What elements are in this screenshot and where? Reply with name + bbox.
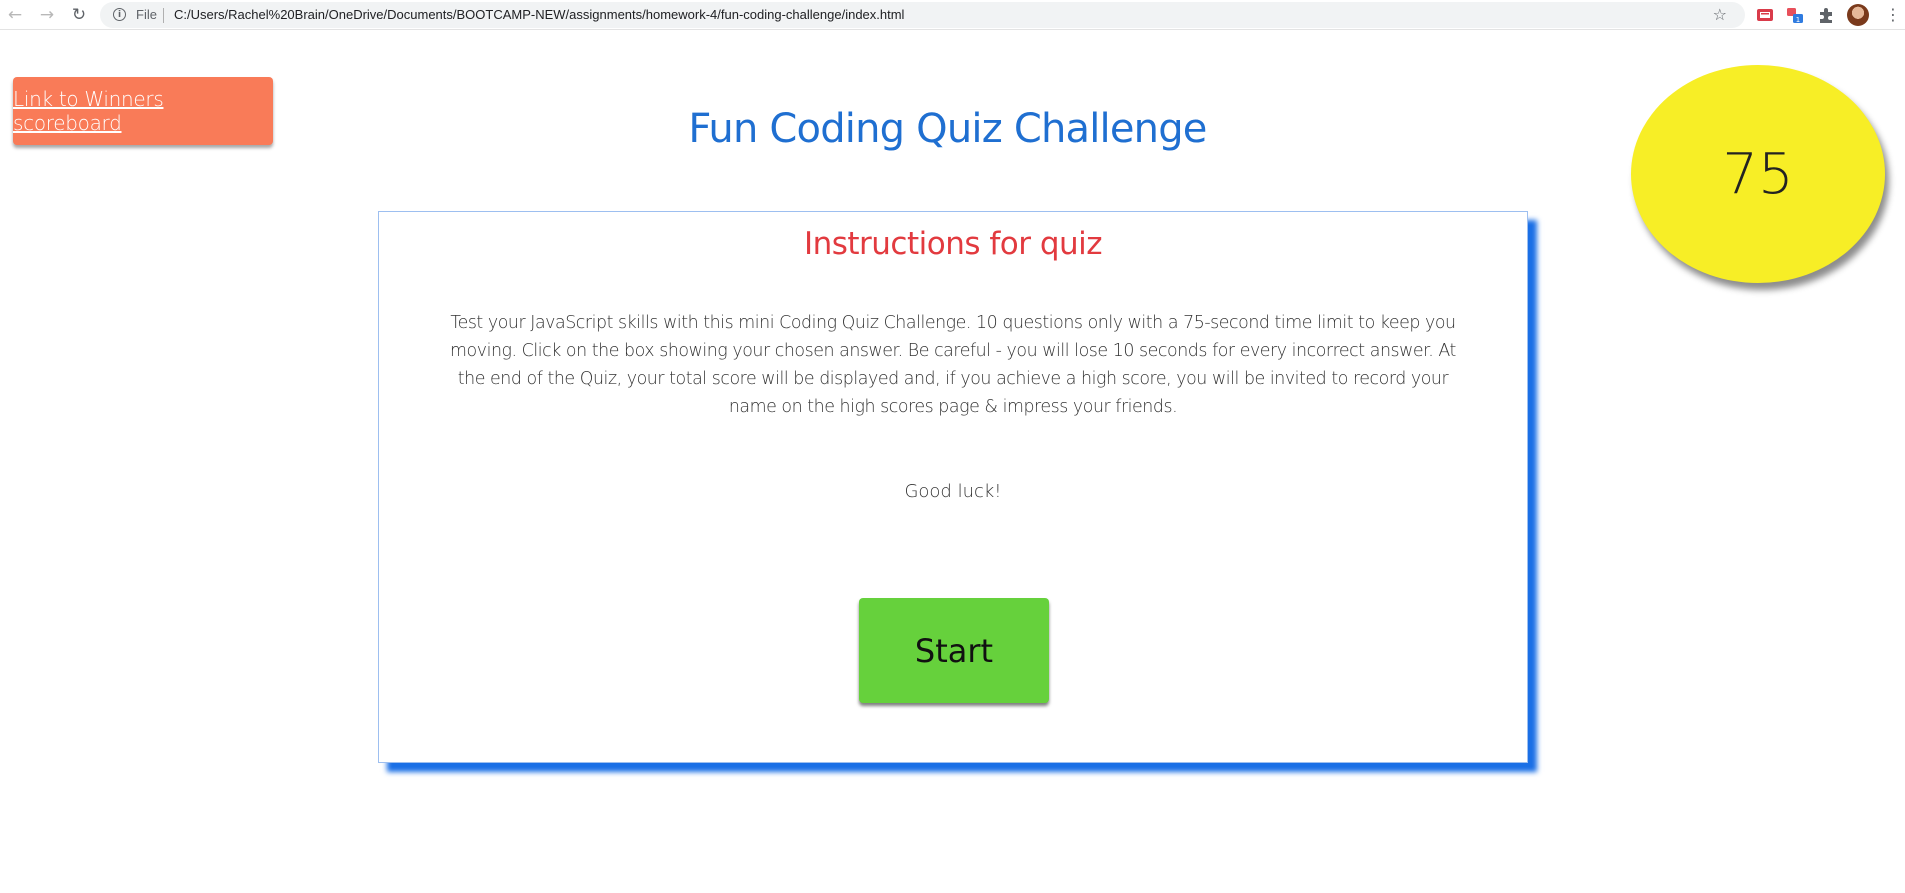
url-text[interactable]: C:/Users/Rachel%20Brain/OneDrive/Documen… <box>174 7 904 22</box>
browser-toolbar: ← → ↻ i File C:/Users/Rachel%20Brain/One… <box>0 0 1905 30</box>
kebab-menu-icon[interactable]: ⋮ <box>1885 4 1901 26</box>
forward-arrow-icon[interactable]: → <box>36 4 58 26</box>
extension-mail-icon[interactable] <box>1756 6 1774 24</box>
profile-avatar[interactable] <box>1847 4 1869 26</box>
countdown-timer: 75 <box>1631 65 1885 283</box>
extensions-puzzle-icon[interactable] <box>1817 6 1835 24</box>
good-luck-text: Good luck! <box>904 481 1002 502</box>
address-bar[interactable]: i File C:/Users/Rachel%20Brain/OneDrive/… <box>100 2 1745 28</box>
timer-value: 75 <box>1722 141 1794 207</box>
bookmark-star-icon[interactable]: ☆ <box>1713 5 1727 24</box>
scheme-label: File <box>136 7 157 22</box>
scheme-divider <box>163 8 164 23</box>
page-title: Fun Coding Quiz Challenge <box>688 106 1207 152</box>
extension-badge: 1 <box>1796 16 1800 24</box>
reload-icon[interactable]: ↻ <box>68 4 90 26</box>
back-arrow-icon[interactable]: ← <box>4 4 26 26</box>
instructions-text: Test your JavaScript skills with this mi… <box>450 313 1456 417</box>
start-button[interactable]: Start <box>859 598 1049 703</box>
info-icon[interactable]: i <box>113 8 126 21</box>
instructions-title: Instructions for quiz <box>803 226 1103 262</box>
instructions-card: Instructions for quiz Test your JavaScri… <box>378 211 1528 763</box>
extension-translate-icon[interactable]: 1 <box>1786 6 1804 24</box>
